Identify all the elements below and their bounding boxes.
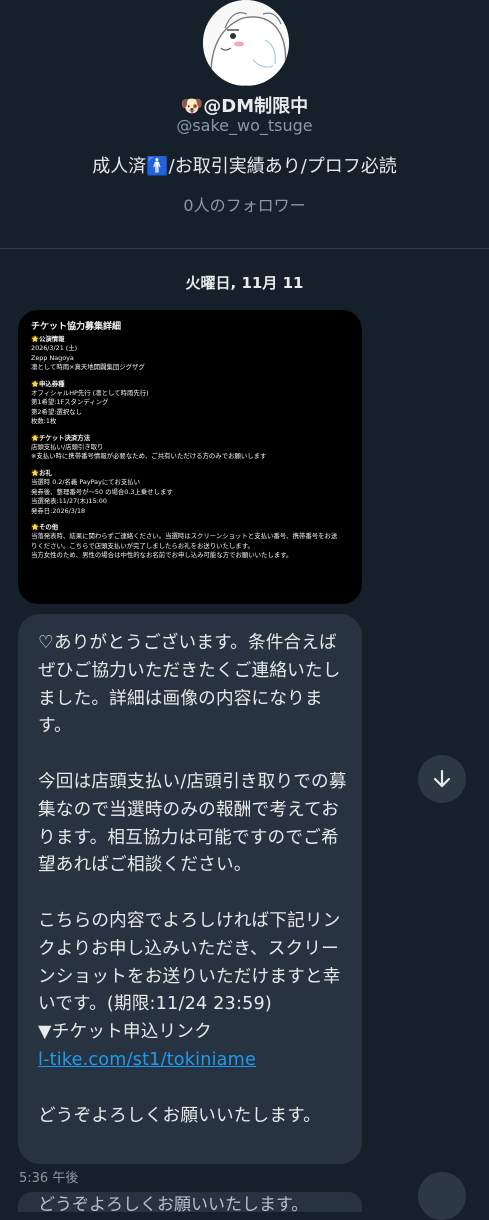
image-message-content: チケット協力募集詳細 🌟公演情報 2026/3/21 (土) Zepp Nagoya… xyxy=(31,321,355,561)
image-line: りください。こちらで店頭支払いが完了しましたらお礼をお送りいたします。 xyxy=(31,541,254,550)
avatar-illustration xyxy=(203,0,289,86)
image-line: 発券日:2026/3/18 xyxy=(31,506,86,515)
arrow-down-icon xyxy=(433,769,451,788)
image-line: 当落発表時、結果に関わらずご連絡ください。当選時はスクリーンショットと支払い番号… xyxy=(31,532,338,541)
image-line xyxy=(31,427,355,434)
image-line xyxy=(31,373,355,380)
image-line: 2026/3/21 (土) xyxy=(31,344,78,353)
link-label: ▼チケット申込リンク xyxy=(38,1022,212,1043)
image-line: ※支払い時に携帯番号情報が必要なため、ご共有いただける方のみでお願いします xyxy=(31,452,267,461)
image-line: 当選時 0.2/名義 PayPayにてお支払い xyxy=(31,478,141,487)
next-message-preview: どうぞよろしくお願いいたします。 xyxy=(38,1195,309,1212)
image-title: チケット協力募集詳細 xyxy=(31,322,122,332)
profile-handle[interactable]: @sake_wo_tsuge xyxy=(0,116,489,135)
follower-count[interactable]: 0人のフォロワー xyxy=(0,192,489,216)
image-line: 第2希望:選択なし xyxy=(31,407,82,416)
image-line: 🌟チケット決済方法 xyxy=(31,433,91,442)
message-bubble[interactable]: ♡ありがとうございます。条件合えばぜひご協力いただきたくご連絡いたしました。詳細… xyxy=(18,614,362,1164)
avatar[interactable] xyxy=(203,0,289,86)
message-text: ♡ありがとうございます。条件合えばぜひご協力いただきたくご連絡いたしました。詳細… xyxy=(38,630,350,1130)
message-timestamp: 5:36 午後 xyxy=(19,1171,79,1186)
image-line: 🌟お礼 xyxy=(31,468,52,477)
image-line: 枚数:1枚 xyxy=(31,417,57,426)
image-line xyxy=(31,462,355,469)
next-message-bubble[interactable]: どうぞよろしくお願いいたします。 xyxy=(18,1192,362,1212)
message-paragraph-1: ♡ありがとうございます。条件合えばぜひご協力いただきたくご連絡いたしました。詳細… xyxy=(38,633,341,737)
scroll-down-button-secondary[interactable] xyxy=(418,1172,466,1220)
image-line: Zepp Nagoya xyxy=(31,353,74,362)
ticket-link[interactable]: l-tike.com/st1/tokiniame xyxy=(38,1050,256,1070)
message-paragraph-2: 今回は店頭支払い/店頭引き取りでの募集なので当選時のみの報酬で考えております。相… xyxy=(38,771,347,876)
image-line: 凛として時雨×真天地開闢集団ジグザグ xyxy=(31,363,145,372)
profile-name[interactable]: 🐶@DM制限中 xyxy=(0,92,489,118)
date-separator: 火曜日, 11月 11 xyxy=(185,274,304,292)
image-line xyxy=(31,516,355,523)
image-line: 当方女性のため、男性の場合は中性的なお名前でお申し込み可能な方でお願いいたします… xyxy=(31,551,293,560)
image-line: 🌟公演情報 xyxy=(31,335,65,343)
scroll-down-button[interactable] xyxy=(418,755,466,803)
image-line: 🌟その他 xyxy=(31,522,59,531)
image-line: 🌟申込券種 xyxy=(31,379,65,388)
profile-bio: 成人済🚹/お取引実績あり/プロフ必読 xyxy=(92,156,397,177)
image-line: 第1希望:1Fスタンディング xyxy=(31,398,109,407)
image-message[interactable]: チケット協力募集詳細 🌟公演情報 2026/3/21 (土) Zepp Nagoya… xyxy=(18,310,362,604)
image-line: 当選発表:11/27(木)15:00 xyxy=(31,497,107,506)
profile-divider xyxy=(0,248,489,249)
message-paragraph-4: どうぞよろしくお願いいたします。 xyxy=(38,1105,321,1126)
image-line: 発券後、整理番号が〜50 の場合0.3上乗せします xyxy=(31,487,173,496)
message-paragraph-3: こちらの内容でよろしければ下記リンクよりお申し込みいただき、スクリーンショットを… xyxy=(38,910,341,1015)
